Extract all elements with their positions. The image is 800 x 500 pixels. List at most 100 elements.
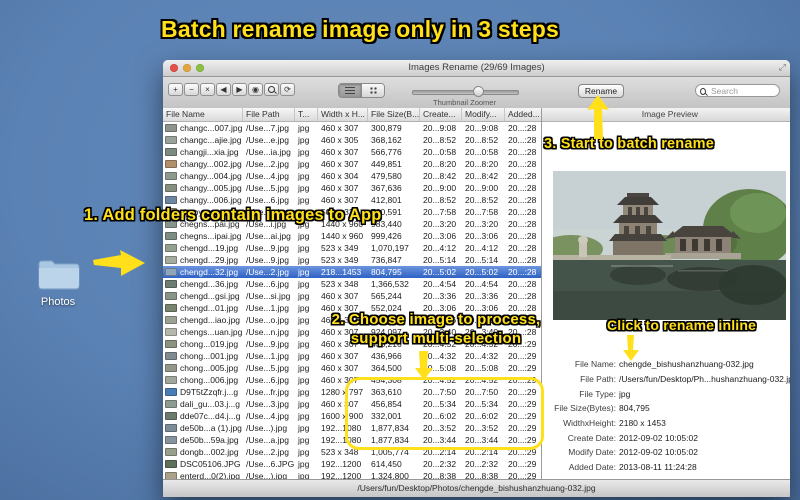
thumbnail-icon bbox=[165, 364, 177, 372]
table-row[interactable]: chong...005.jpg/Use...5.jpg jpg 460 x 307 3… bbox=[163, 362, 541, 374]
grid-view-button[interactable] bbox=[361, 84, 384, 97]
cell-file-name: chong...005.jpg bbox=[163, 362, 243, 374]
column-header-file-name[interactable]: File Name bbox=[163, 108, 243, 121]
cell-dimensions: 460 x 307 bbox=[321, 159, 359, 169]
cell-file-size: 412,801 bbox=[371, 195, 402, 205]
cell-file-size: 1,070,197 bbox=[371, 243, 409, 253]
table-row[interactable]: DSC05106.JPG/Use...6.JPG jpg 192...1200 614… bbox=[163, 458, 541, 470]
column-header-file-size[interactable]: File Size(B... bbox=[368, 108, 420, 121]
cell-added: 20...:28 bbox=[508, 219, 537, 229]
detail-value[interactable]: chengde_bishushanzhuang-032.jpg bbox=[619, 359, 754, 369]
preview-button[interactable]: ◉ bbox=[248, 83, 263, 96]
title-bar[interactable]: Images Rename (29/69 Images) ⤢ bbox=[163, 60, 790, 77]
thumbnail-icon bbox=[165, 196, 177, 204]
cell-added: 20...:28 bbox=[508, 123, 537, 133]
column-header-modified[interactable]: Modify... bbox=[462, 108, 505, 121]
column-header-created[interactable]: Create... bbox=[420, 108, 462, 121]
delete-button[interactable]: × bbox=[200, 83, 215, 96]
cell-added: 20...:29 bbox=[508, 351, 537, 361]
file-name-text: chengd...01.jpg bbox=[180, 303, 239, 313]
thumbnail-icon bbox=[165, 460, 177, 468]
previous-button[interactable]: ◀ bbox=[216, 83, 231, 96]
file-details: File Name: chengde_bishushanzhuang-032.jp… bbox=[542, 357, 790, 475]
table-row[interactable]: chengd...19.jpg/Use...9.jpg jpg 523 x 349 1… bbox=[163, 242, 541, 254]
table-row[interactable]: changy...005.jpg/Use...5.jpg jpg 460 x 307… bbox=[163, 182, 541, 194]
search-field[interactable] bbox=[695, 84, 780, 97]
thumbnail-icon bbox=[165, 244, 177, 252]
annotation-rename-inline: Click to rename inline bbox=[607, 317, 757, 333]
cell-created: 20...3:06 bbox=[423, 231, 457, 241]
column-header-added[interactable]: Added... bbox=[505, 108, 541, 121]
list-view-button[interactable] bbox=[339, 84, 361, 97]
cell-file-path: /Use...n.jpg bbox=[246, 327, 289, 337]
cell-created: 20...8:42 bbox=[423, 171, 457, 181]
cell-modified: 20...3:36 bbox=[465, 291, 499, 301]
table-row[interactable]: changc...007.jpg/Use...7.jpg jpg 460 x 307… bbox=[163, 122, 541, 134]
refresh-button[interactable]: ⟳ bbox=[280, 83, 295, 96]
next-button[interactable]: ▶ bbox=[232, 83, 247, 96]
status-bar: /Users/fun/Desktop/Photos/chengde_bishus… bbox=[163, 479, 790, 497]
cell-modified: 20...2:32 bbox=[465, 459, 499, 469]
table-row[interactable]: chengd...gsi.jpg/Use...si.jpg jpg 460 x 30… bbox=[163, 290, 541, 302]
cell-file-size: 449,851 bbox=[371, 159, 402, 169]
cell-type: jpg bbox=[298, 363, 310, 373]
annotation-step1: 1. Add folders contain images to App bbox=[84, 206, 382, 224]
cell-file-name: chengd...iao.jpg bbox=[163, 314, 243, 326]
table-row[interactable]: chegns...ipai.jpg/Use...ai.jpg jpg 1440 x … bbox=[163, 230, 541, 242]
annotation-heading: Batch rename image only in 3 steps bbox=[161, 16, 559, 42]
table-row[interactable]: chengd...29.jpg/Use...9.jpg jpg 523 x 349 7… bbox=[163, 254, 541, 266]
table-header: File Name File Path T... Width x H... File S… bbox=[163, 108, 541, 122]
cell-dimensions: 460 x 307 bbox=[321, 351, 359, 361]
search-tool-button[interactable] bbox=[264, 83, 279, 96]
table-row[interactable]: chengd...36.jpg/Use...6.jpg jpg 523 x 348 1… bbox=[163, 278, 541, 290]
cell-type: jpg bbox=[298, 327, 310, 337]
thumbnail-zoomer-knob[interactable] bbox=[473, 86, 484, 97]
file-name-text: chegns...ipai.jpg bbox=[180, 231, 242, 241]
thumbnail-zoomer-slider[interactable] bbox=[412, 86, 519, 97]
detail-value: /Users/fun/Desktop/Ph...hushanzhuang-032… bbox=[619, 374, 790, 385]
cell-dimensions: 192...1200 bbox=[321, 459, 362, 469]
table-row[interactable]: changy...004.jpg/Use...4.jpg jpg 460 x 304… bbox=[163, 170, 541, 182]
thumbnail-icon bbox=[165, 268, 177, 276]
add-button[interactable]: + bbox=[168, 83, 183, 96]
cell-dimensions: 523 x 348 bbox=[321, 279, 359, 289]
table-row[interactable]: changc...ajie.jpg/Use...e.jpg jpg 460 x 30… bbox=[163, 134, 541, 146]
table-row[interactable]: changji...xia.jpg/Use...ia.jpg jpg 460 x 3… bbox=[163, 146, 541, 158]
thumbnail-zoomer-label: Thumbnail Zoomer bbox=[433, 98, 496, 107]
detail-label: File Type: bbox=[579, 388, 616, 399]
column-header-type[interactable]: T... bbox=[295, 108, 318, 121]
cell-type: jpg bbox=[298, 447, 310, 457]
cell-file-path: /Use...a.jpg bbox=[246, 435, 289, 445]
thumbnail-icon bbox=[165, 136, 177, 144]
cell-created: 20...3:36 bbox=[423, 291, 457, 301]
remove-button[interactable]: − bbox=[184, 83, 199, 96]
detail-value: jpg bbox=[619, 388, 631, 399]
cell-file-name: chengd...29.jpg bbox=[163, 254, 243, 266]
cell-file-size: 300,879 bbox=[371, 123, 402, 133]
cell-file-path: /Use...2.jpg bbox=[246, 159, 289, 169]
cell-file-path: /Use...5.jpg bbox=[246, 183, 289, 193]
resize-icon[interactable]: ⤢ bbox=[779, 62, 786, 73]
file-name-text: changy...002.jpg bbox=[180, 159, 242, 169]
detail-value: 2012-09-02 10:05:02 bbox=[619, 432, 698, 443]
annotation-step2: 2. Choose image to process, support mult… bbox=[330, 310, 542, 348]
photos-folder-icon[interactable] bbox=[38, 256, 80, 292]
column-header-dimensions[interactable]: Width x H... bbox=[318, 108, 368, 121]
cell-created: 20...5:14 bbox=[423, 255, 457, 265]
cell-file-size: 367,636 bbox=[371, 183, 402, 193]
file-name-text: de50b...a (1).jpg bbox=[180, 423, 242, 433]
table-row[interactable]: chong...001.jpg/Use...1.jpg jpg 460 x 307 4… bbox=[163, 350, 541, 362]
cell-file-path: /Use...6.JPG bbox=[246, 459, 295, 469]
search-input[interactable] bbox=[709, 84, 775, 97]
grid-view-icon bbox=[368, 86, 378, 95]
column-header-file-path[interactable]: File Path bbox=[243, 108, 295, 121]
table-row[interactable]: changy...002.jpg/Use...2.jpg jpg 460 x 307… bbox=[163, 158, 541, 170]
cell-file-path: /Use...e.jpg bbox=[246, 135, 289, 145]
cell-file-path: /Use...1.jpg bbox=[246, 351, 289, 361]
file-name-text: chong...019.jpg bbox=[180, 339, 239, 349]
table-row[interactable]: changy...006.jpg/Use...6.jpg jpg 460 x 307… bbox=[163, 194, 541, 206]
thumbnail-icon bbox=[165, 376, 177, 384]
table-row[interactable]: chengd...32.jpg/Use...2.jpg jpg 218...1453… bbox=[163, 266, 541, 278]
cell-added: 20...:28 bbox=[508, 291, 537, 301]
cell-type: jpg bbox=[298, 459, 310, 469]
